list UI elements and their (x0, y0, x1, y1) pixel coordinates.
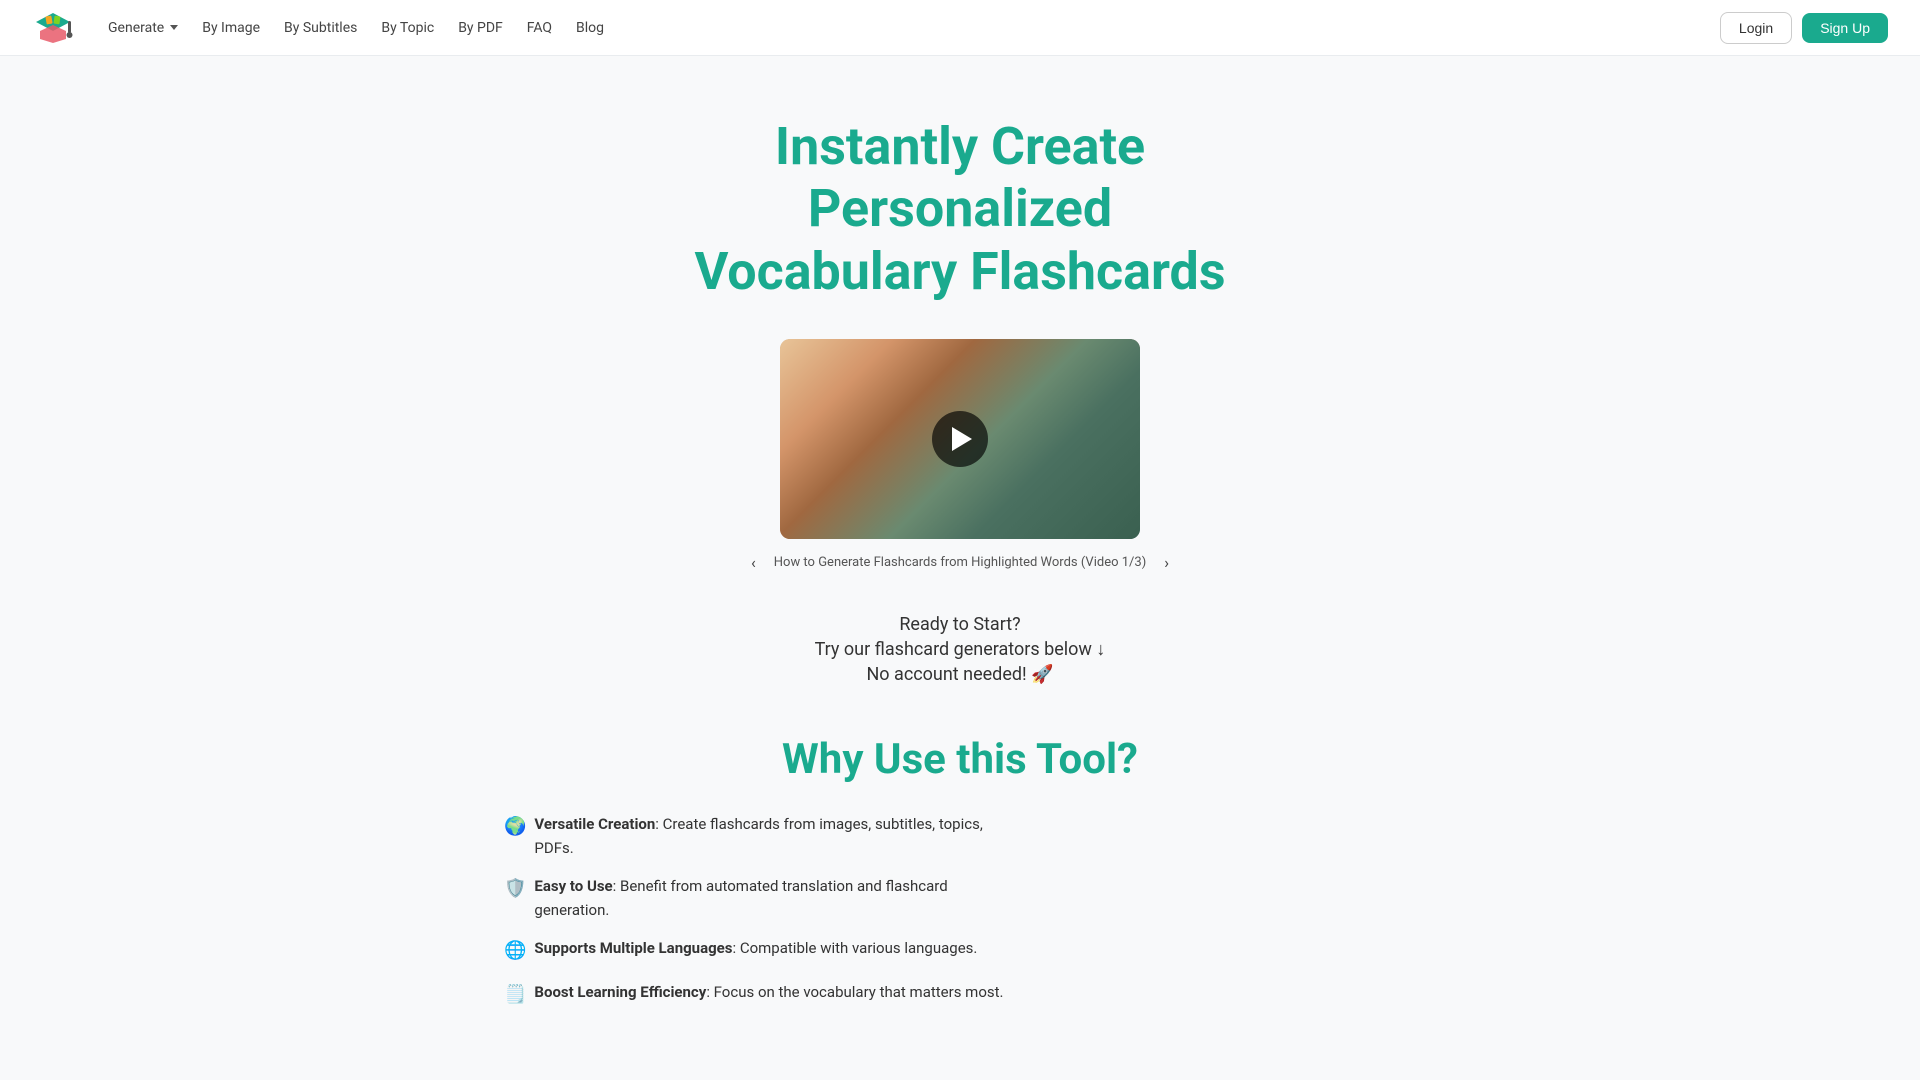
feature-icon: 🌐 (504, 937, 526, 966)
feature-text: Supports Multiple Languages: Compatible … (534, 936, 977, 960)
cta-line3: No account needed! 🚀 (504, 664, 1416, 685)
feature-item: 🗒️ Boost Learning Efficiency: Focus on t… (504, 980, 1024, 1010)
why-title: Why Use this Tool? (504, 735, 1416, 784)
feature-item: 🛡️ Easy to Use: Benefit from automated t… (504, 874, 1024, 922)
nav-by-pdf[interactable]: By PDF (448, 14, 513, 42)
nav-faq[interactable]: FAQ (517, 14, 562, 42)
feature-icon: 🛡️ (504, 875, 526, 904)
video-nav: ‹ How to Generate Flashcards from Highli… (504, 551, 1416, 574)
nav-links: Generate By Image By Subtitles By Topic … (98, 14, 1712, 42)
hero-title: Instantly Create Personalized Vocabulary… (504, 116, 1416, 303)
video-prev-arrow[interactable]: ‹ (745, 551, 762, 574)
navbar: Generate By Image By Subtitles By Topic … (0, 0, 1920, 56)
feature-item: 🌐 Supports Multiple Languages: Compatibl… (504, 936, 1024, 966)
play-button[interactable] (932, 411, 988, 467)
logo-icon (32, 7, 74, 49)
nav-blog[interactable]: Blog (566, 14, 614, 42)
nav-auth: Login Sign Up (1720, 12, 1888, 44)
main-content: Instantly Create Personalized Vocabulary… (480, 56, 1440, 1050)
feature-icon: 🗒️ (504, 981, 526, 1010)
signup-button[interactable]: Sign Up (1802, 13, 1888, 43)
video-container[interactable] (780, 339, 1140, 539)
nav-by-topic[interactable]: By Topic (371, 14, 444, 42)
feature-item: 🌍 Versatile Creation: Create flashcards … (504, 812, 1024, 860)
nav-generate[interactable]: Generate (98, 14, 188, 42)
feature-icon: 🌍 (504, 813, 526, 842)
video-caption: How to Generate Flashcards from Highligh… (774, 555, 1146, 570)
features-list: 🌍 Versatile Creation: Create flashcards … (504, 812, 1024, 1010)
feature-text: Easy to Use: Benefit from automated tran… (534, 874, 1024, 922)
nav-by-subtitles[interactable]: By Subtitles (274, 14, 367, 42)
feature-text: Boost Learning Efficiency: Focus on the … (534, 980, 1003, 1004)
cta-line1: Ready to Start? (504, 614, 1416, 635)
video-thumbnail (780, 339, 1140, 539)
feature-text: Versatile Creation: Create flashcards fr… (534, 812, 1024, 860)
cta-line2: Try our flashcard generators below ↓ (504, 639, 1416, 660)
nav-by-image[interactable]: By Image (192, 14, 270, 42)
video-next-arrow[interactable]: › (1158, 551, 1175, 574)
cta-section: Ready to Start? Try our flashcard genera… (504, 614, 1416, 685)
brand-logo[interactable] (32, 7, 74, 49)
login-button[interactable]: Login (1720, 12, 1792, 44)
